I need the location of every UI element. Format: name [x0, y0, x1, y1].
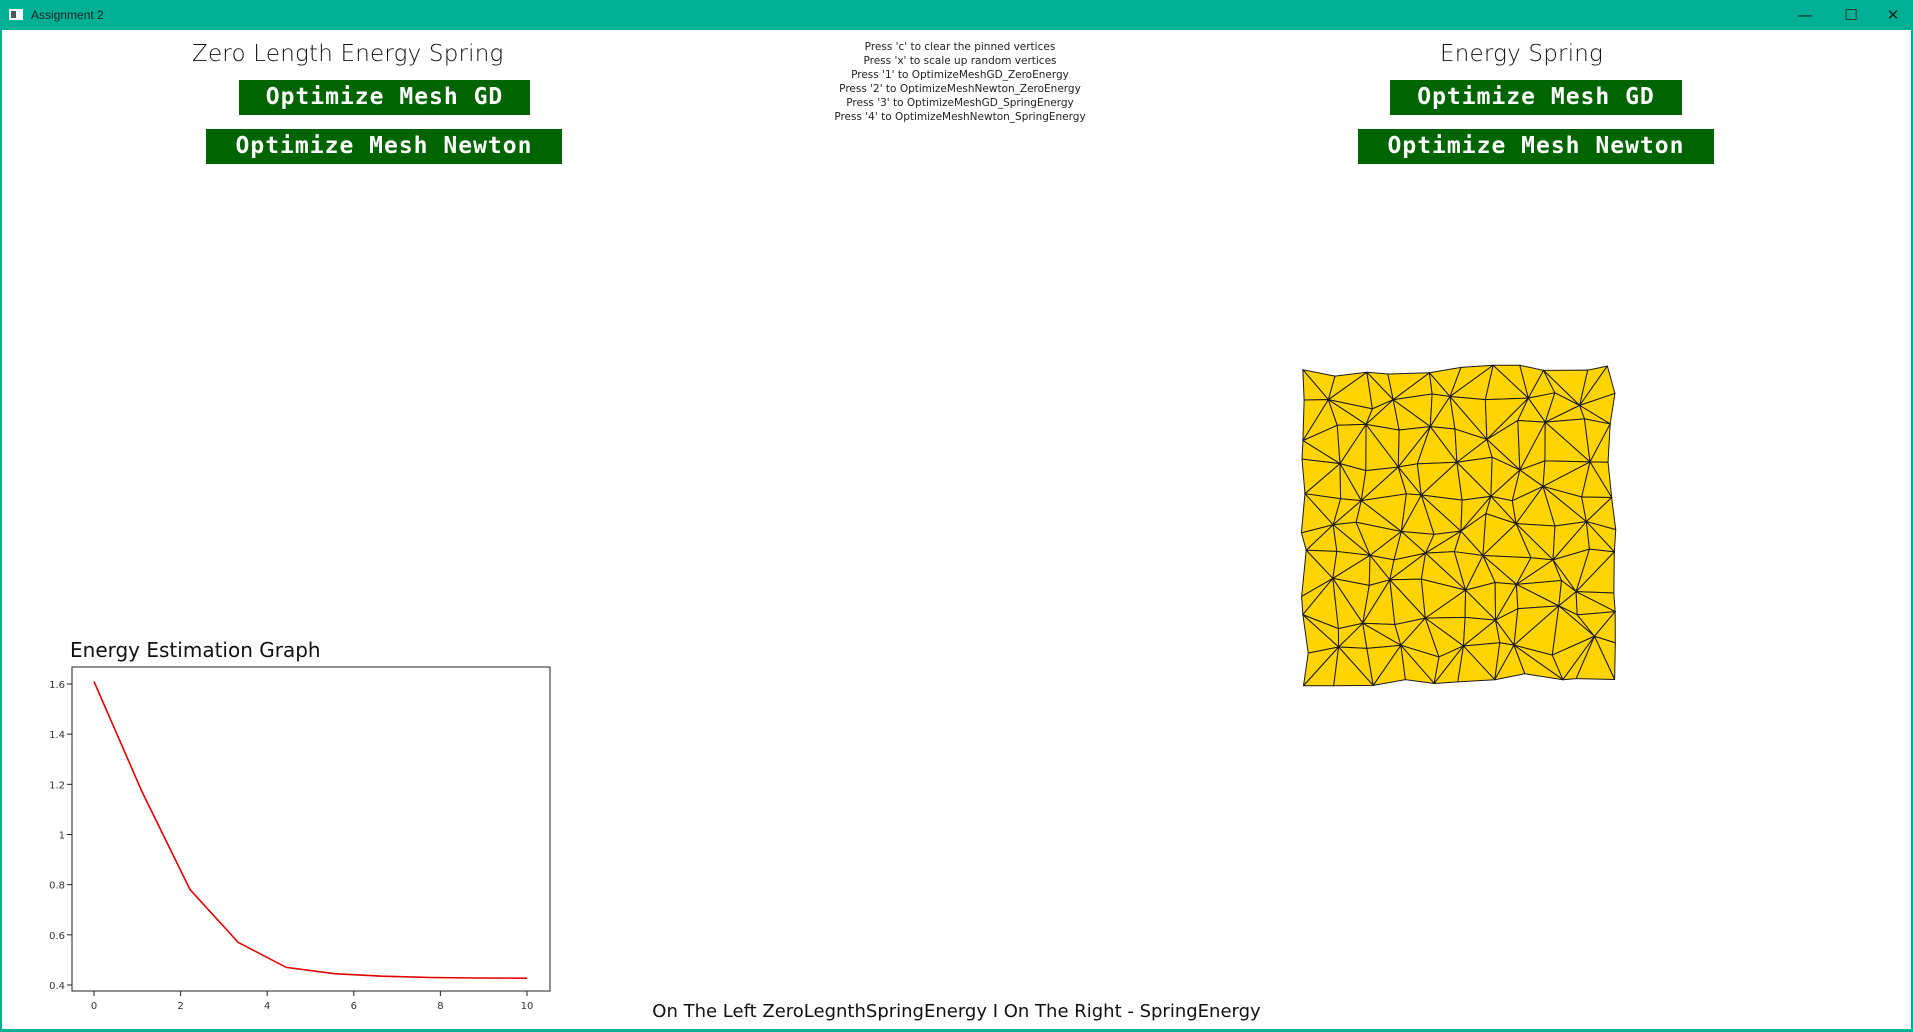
- right-optimize-newton-button[interactable]: Optimize Mesh Newton: [1358, 129, 1714, 164]
- triangle-mesh[interactable]: [1290, 355, 1630, 705]
- keyboard-instructions: Press 'c' to clear the pinned vertices P…: [760, 40, 1160, 124]
- y-tick-label: 1.4: [49, 730, 65, 741]
- close-button[interactable]: ✕: [1870, 0, 1913, 30]
- right-optimize-gd-button[interactable]: Optimize Mesh GD: [1390, 80, 1682, 115]
- instruction-line: Press '3' to OptimizeMeshGD_SpringEnergy: [846, 97, 1074, 109]
- y-tick-label: 1.6: [49, 680, 65, 691]
- left-panel-title: Zero Length Energy Spring: [192, 41, 504, 67]
- graph-title: Energy Estimation Graph: [70, 638, 321, 662]
- instruction-line: Press 'c' to clear the pinned vertices: [864, 41, 1056, 53]
- minimize-button[interactable]: —: [1782, 0, 1828, 30]
- y-tick-label: 1: [59, 831, 65, 842]
- instruction-line: Press 'x' to scale up random vertices: [863, 55, 1057, 67]
- window-border-left: [0, 30, 2, 1032]
- y-tick-label: 1.2: [49, 780, 65, 791]
- app-icon: [9, 9, 23, 20]
- y-tick-label: 0.4: [49, 981, 65, 992]
- y-tick-label: 0.8: [49, 881, 65, 892]
- instruction-line: Press '2' to OptimizeMeshNewton_ZeroEner…: [839, 83, 1081, 95]
- instruction-line: Press '4' to OptimizeMeshNewton_SpringEn…: [834, 111, 1086, 123]
- instruction-line: Press '1' to OptimizeMeshGD_ZeroEnergy: [851, 69, 1069, 81]
- window-title: Assignment 2: [31, 8, 104, 22]
- window-titlebar: Assignment 2 — ☐ ✕: [0, 0, 1913, 30]
- left-optimize-gd-button[interactable]: Optimize Mesh GD: [239, 80, 530, 115]
- left-optimize-newton-button[interactable]: Optimize Mesh Newton: [206, 129, 562, 164]
- right-panel-title: Energy Spring: [1440, 41, 1604, 67]
- chart-frame: [71, 666, 551, 992]
- maximize-button[interactable]: ☐: [1828, 0, 1874, 30]
- y-tick-label: 0.6: [49, 931, 65, 942]
- footer-caption: On The Left ZeroLegnthSpringEnergy I On …: [652, 1001, 1261, 1022]
- energy-series-line: [93, 681, 528, 980]
- energy-chart: 0 2 4 6 8 100.40.60.811.21.41.6: [49, 666, 551, 1012]
